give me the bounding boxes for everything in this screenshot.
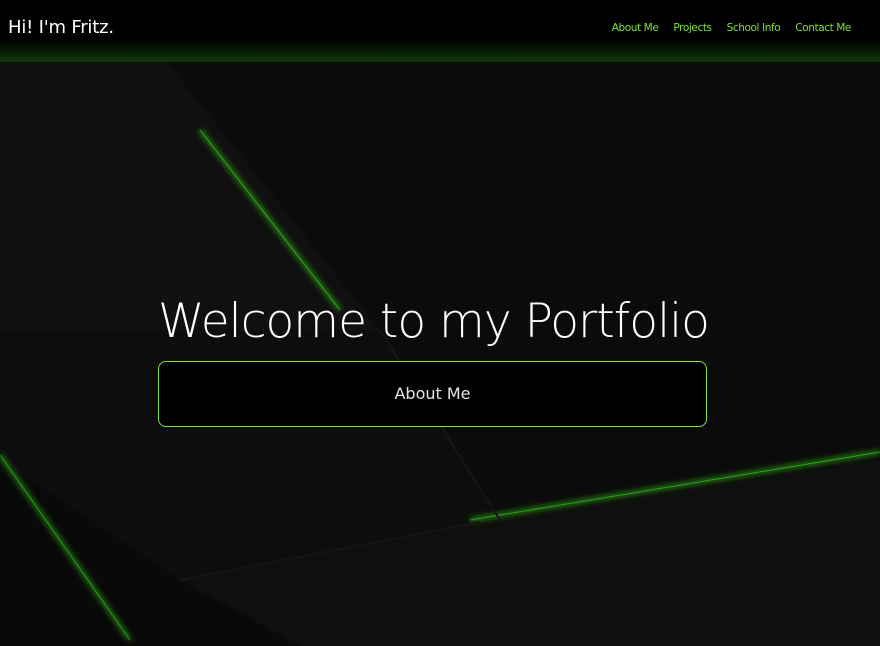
nav-link-about-me[interactable]: About Me (612, 22, 659, 34)
top-navbar: Hi! I'm Fritz. About Me Projects School … (0, 0, 880, 62)
nav-links: About Me Projects School Info Contact Me (597, 22, 852, 34)
portfolio-page: Hi! I'm Fritz. About Me Projects School … (0, 0, 880, 646)
nav-link-projects[interactable]: Projects (673, 22, 712, 34)
about-me-button[interactable]: About Me (158, 361, 707, 427)
nav-link-contact-me[interactable]: Contact Me (795, 22, 851, 34)
hero-section: Welcome to my Portfolio About Me (158, 292, 710, 427)
hero-title: Welcome to my Portfolio (158, 294, 710, 349)
brand-title[interactable]: Hi! I'm Fritz. (8, 17, 114, 38)
nav-link-school-info[interactable]: School Info (727, 22, 781, 34)
